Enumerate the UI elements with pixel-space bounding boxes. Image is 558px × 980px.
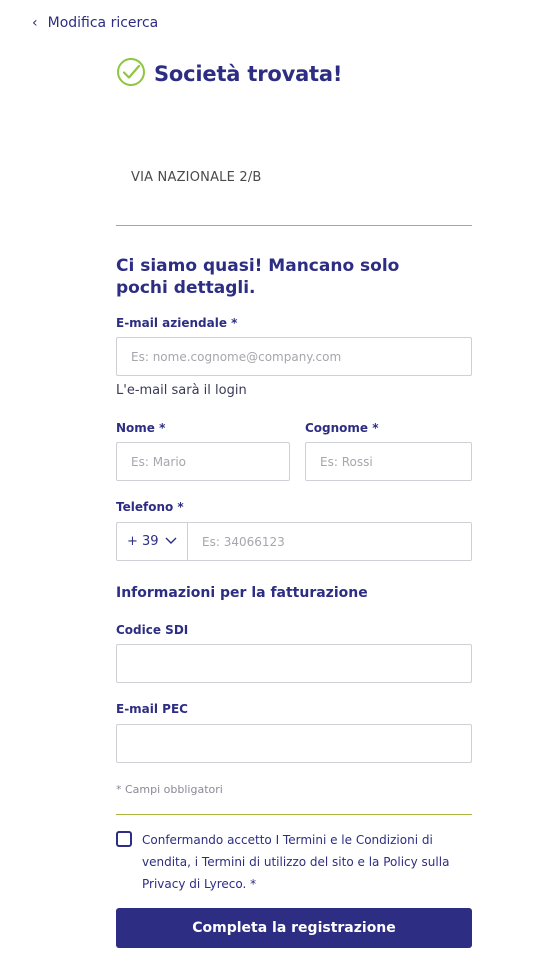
terms-row: Confermando accetto I Termini e le Condi… <box>116 829 472 895</box>
divider <box>116 814 472 815</box>
site-terms-link[interactable]: i Termini di utilizzo del sito <box>195 855 354 869</box>
first-name-label: Nome * <box>116 421 166 435</box>
terms-suffix: . * <box>242 877 257 891</box>
pec-field[interactable] <box>116 724 472 763</box>
first-name-field[interactable] <box>116 442 290 481</box>
result-header: Società trovata! <box>116 57 342 91</box>
chevron-left-icon: ‹ <box>32 15 38 31</box>
pec-label: E-mail PEC <box>116 702 188 716</box>
company-address: VIA NAZIONALE 2/B <box>131 170 262 185</box>
back-link[interactable]: ‹ Modifica ricerca <box>32 15 158 31</box>
email-field[interactable] <box>116 337 472 376</box>
terms-prefix: Confermando accetto <box>142 833 276 847</box>
last-name-label: Cognome * <box>305 421 379 435</box>
sdi-field[interactable] <box>116 644 472 683</box>
terms-text: Confermando accetto I Termini e le Condi… <box>142 829 472 895</box>
chevron-down-icon <box>165 534 177 549</box>
last-name-field[interactable] <box>305 442 472 481</box>
terms-checkbox[interactable] <box>116 831 132 847</box>
phone-label: Telefono * <box>116 500 184 514</box>
terms-separator: e <box>353 855 369 869</box>
email-hint: L'e-mail sarà il login <box>116 383 247 398</box>
form-heading: Ci siamo quasi! Mancano solo pochi detta… <box>116 256 400 298</box>
complete-registration-button[interactable]: Completa la registrazione <box>116 908 472 948</box>
check-circle-icon <box>116 57 146 91</box>
country-code-value: + 39 <box>127 534 159 549</box>
result-title: Società trovata! <box>154 62 343 86</box>
phone-input[interactable] <box>188 523 471 560</box>
sdi-label: Codice SDI <box>116 623 189 637</box>
back-link-label: Modifica ricerca <box>47 15 159 31</box>
country-code-select[interactable]: + 39 <box>117 523 188 560</box>
divider <box>116 225 472 226</box>
billing-section-title: Informazioni per la fatturazione <box>116 585 368 601</box>
terms-separator: , <box>187 855 195 869</box>
phone-field-group: + 39 <box>116 522 472 561</box>
required-note: * Campi obbligatori <box>116 783 223 796</box>
email-label: E-mail aziendale * <box>116 316 238 330</box>
